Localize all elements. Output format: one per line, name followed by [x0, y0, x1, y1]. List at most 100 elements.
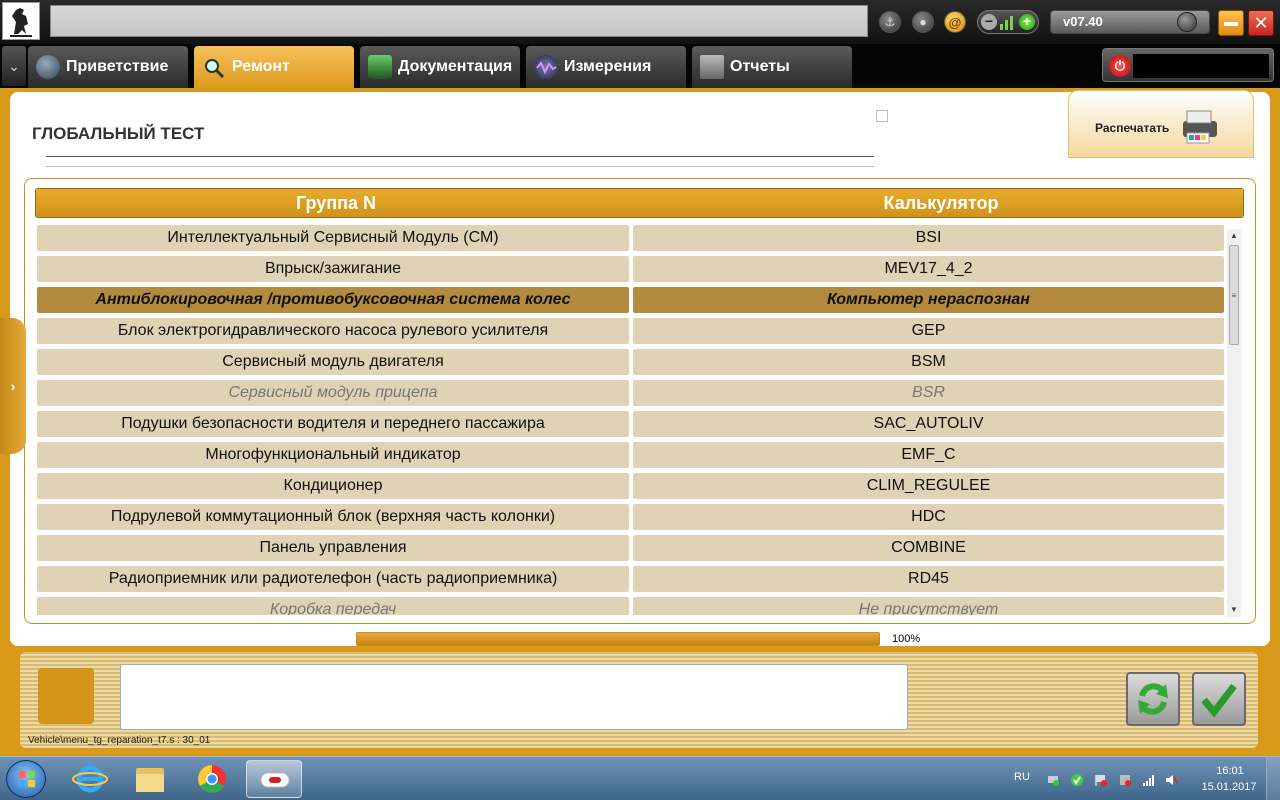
cell-calculator: MEV17_4_2 — [633, 256, 1224, 282]
table-row[interactable]: Панель управления COMBINE — [37, 533, 1227, 564]
cell-group: Сервисный модуль двигателя — [37, 349, 629, 375]
confirm-button[interactable] — [1192, 672, 1246, 726]
column-header-calculator: Калькулятор — [883, 193, 999, 213]
tab-label: Документация — [398, 58, 513, 75]
table-row[interactable]: Многофункциональный индикатор EMF_C — [37, 440, 1227, 471]
magnifier-icon — [202, 55, 226, 79]
tab-measurements[interactable]: Измерения — [526, 46, 686, 88]
network-tray-icon[interactable] — [1046, 773, 1060, 787]
chevron-right-icon: › — [10, 378, 16, 394]
cell-group: Многофункциональный индикатор — [37, 442, 629, 468]
scroll-up-icon[interactable]: ▲ — [1227, 229, 1241, 243]
side-panel-toggle[interactable]: › — [0, 318, 26, 454]
table-row[interactable]: Антиблокировочная /противобуксовочная си… — [37, 285, 1227, 316]
clock-time[interactable]: 16:01 — [1210, 765, 1250, 777]
tab-welcome[interactable]: Приветствие — [28, 46, 188, 88]
print-button[interactable]: Распечатать — [1068, 90, 1254, 158]
taskbar: RU 16:01 15.01.2017 — [0, 756, 1280, 800]
taskbar-chrome[interactable] — [184, 760, 240, 798]
email-icon[interactable]: @ — [944, 11, 966, 33]
book-icon — [368, 55, 392, 79]
title-field — [50, 5, 868, 37]
cell-group: Блок электрогидравлического насоса рулев… — [37, 318, 629, 344]
power-icon[interactable]: ⏻ — [1109, 55, 1131, 77]
volume-up-icon[interactable]: + — [1019, 14, 1035, 30]
user-icon[interactable]: ● — [912, 11, 934, 33]
cell-calculator: Не присутствует — [633, 597, 1224, 615]
divider — [46, 166, 874, 167]
table-row[interactable]: Интеллектуальный Сервисный Модуль (СМ) BS… — [37, 223, 1227, 254]
scroll-thumb[interactable]: ≡ — [1229, 245, 1239, 345]
clock-date[interactable]: 15.01.2017 — [1196, 781, 1262, 793]
table-row[interactable]: Коробка передач Не присутствует — [37, 595, 1227, 615]
tab-bar: ⌄ Приветствие Ремонт Документация Измере… — [0, 44, 1280, 88]
tab-label: Отчеты — [730, 58, 790, 75]
table-row[interactable]: Подушки безопасности водителя и переднег… — [37, 409, 1227, 440]
table-row[interactable]: Кондиционер CLIM_REGULEE — [37, 471, 1227, 502]
waveform-icon — [534, 55, 558, 79]
start-button[interactable] — [6, 760, 46, 798]
page-title: ГЛОБАЛЬНЫЙ ТЕСТ — [32, 124, 205, 143]
flag-tray-icon[interactable] — [1094, 773, 1108, 787]
tab-menu-button[interactable]: ⌄ — [2, 46, 26, 86]
volume-down-icon[interactable]: − — [981, 14, 997, 30]
cell-calculator: COMBINE — [633, 535, 1224, 561]
table-row[interactable]: Сервисный модуль прицепа BSR — [37, 378, 1227, 409]
close-icon: ✕ — [1253, 13, 1269, 33]
check-tray-icon[interactable] — [1070, 773, 1084, 787]
tab-documentation[interactable]: Документация — [360, 46, 520, 88]
table-row[interactable]: Впрыск/зажигание MEV17_4_2 — [37, 254, 1227, 285]
update-tray-icon[interactable] — [1118, 773, 1132, 787]
cell-calculator: CLIM_REGULEE — [633, 473, 1224, 499]
table-row[interactable]: Сервисный модуль двигателя BSM — [37, 347, 1227, 378]
language-indicator[interactable]: RU — [1014, 771, 1030, 783]
table-row[interactable]: Подрулевой коммутационный блок (верхняя … — [37, 502, 1227, 533]
cell-group: Кондиционер — [37, 473, 629, 499]
refresh-button[interactable] — [1126, 672, 1180, 726]
cell-calculator: EMF_C — [633, 442, 1224, 468]
knob-icon[interactable] — [1177, 12, 1197, 32]
content-panel: ГЛОБАЛЬНЫЙ ТЕСТ Распечатать Группа N Кал… — [10, 90, 1270, 646]
table-row[interactable]: Блок электрогидравлического насоса рулев… — [37, 316, 1227, 347]
version-display: v07.40 — [1050, 10, 1210, 34]
cell-calculator: HDC — [633, 504, 1224, 530]
scroll-down-icon[interactable]: ▼ — [1227, 603, 1241, 617]
volume-level-icon — [1000, 16, 1016, 30]
cell-group: Панель управления — [37, 535, 629, 561]
globe-icon — [36, 55, 60, 79]
cell-group: Интеллектуальный Сервисный Модуль (СМ) — [37, 225, 629, 251]
cell-calculator: Компьютер нераспознан — [633, 287, 1224, 313]
taskbar-explorer[interactable] — [122, 760, 178, 798]
table-row[interactable]: Радиоприемник или радиотелефон (часть ра… — [37, 564, 1227, 595]
ecu-table-panel: Группа N Калькулятор Интеллектуальный Се… — [24, 178, 1256, 624]
checkmark-icon — [1201, 683, 1237, 718]
small-checkbox[interactable] — [876, 110, 888, 122]
table-body: Интеллектуальный Сервисный Модуль (СМ) BS… — [37, 223, 1227, 615]
volume-control[interactable]: − + — [977, 10, 1039, 34]
refresh-icon — [1138, 683, 1168, 715]
cell-calculator: SAC_AUTOLIV — [633, 411, 1224, 437]
lion-icon — [10, 8, 32, 37]
signal-tray-icon[interactable] — [1142, 773, 1156, 787]
tab-reports[interactable]: Отчеты — [692, 46, 852, 88]
anchor-icon[interactable]: ⚓ — [879, 11, 901, 33]
tab-repair[interactable]: Ремонт — [194, 46, 354, 88]
main-frame: ГЛОБАЛЬНЫЙ ТЕСТ Распечатать Группа N Кал… — [0, 88, 1280, 756]
cell-group: Подушки безопасности водителя и переднег… — [37, 411, 629, 437]
minimize-button[interactable] — [1218, 10, 1244, 36]
show-desktop-button[interactable] — [1266, 757, 1280, 800]
progress-bar — [356, 632, 880, 646]
cell-calculator: BSR — [633, 380, 1224, 406]
table-scrollbar[interactable]: ▲ ≡ ▼ — [1227, 229, 1241, 617]
printer-icon — [1183, 110, 1217, 144]
cell-calculator: GEP — [633, 318, 1224, 344]
progress-fill — [357, 633, 879, 645]
taskbar-ie[interactable] — [62, 760, 118, 798]
taskbar-diagbox[interactable] — [246, 760, 302, 798]
message-box — [120, 664, 908, 730]
close-button[interactable]: ✕ — [1248, 10, 1274, 36]
speaker-tray-icon[interactable] — [1164, 773, 1178, 787]
internet-explorer-icon — [72, 765, 108, 793]
cell-group: Сервисный модуль прицепа — [37, 380, 629, 406]
peugeot-logo — [2, 2, 40, 40]
